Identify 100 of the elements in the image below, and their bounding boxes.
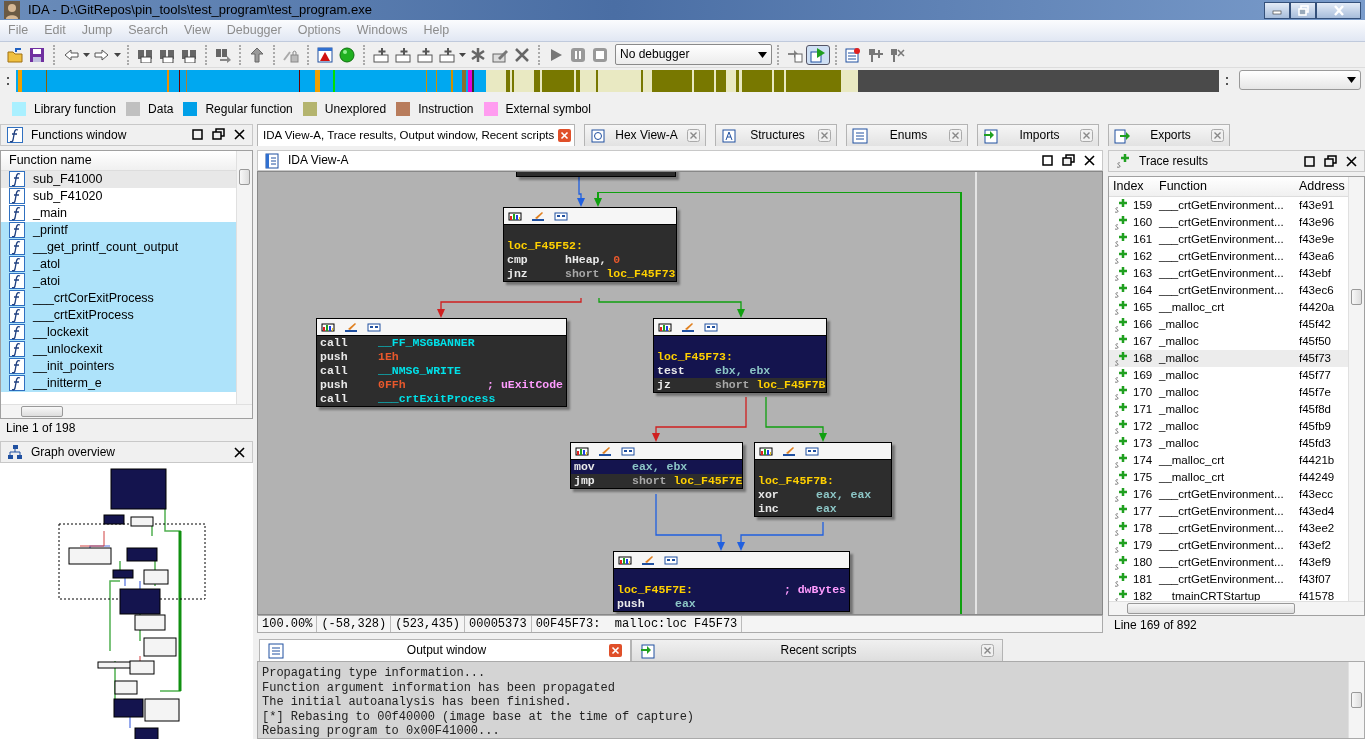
column-header[interactable]: Address: [1295, 179, 1348, 194]
restore-icon[interactable]: [1062, 154, 1075, 167]
pencil-icon[interactable]: [681, 321, 695, 333]
function-name: ___crtCorExitProcess: [33, 290, 154, 306]
pin-plus-icon[interactable]: [867, 46, 883, 63]
restore-icon[interactable]: [212, 128, 225, 142]
graph-canvas[interactable]: [257, 171, 1103, 615]
pin-cross-icon[interactable]: [889, 46, 905, 63]
vertical-scrollbar[interactable]: [1348, 662, 1364, 738]
maximize-icon[interactable]: [1041, 154, 1054, 167]
trace-icon: [1113, 248, 1129, 265]
open-folder-icon[interactable]: [7, 46, 23, 63]
play-icon[interactable]: [548, 46, 564, 63]
picture-icon[interactable]: [554, 210, 568, 222]
arrowhead: [652, 433, 660, 442]
tab[interactable]: Recent scripts: [631, 639, 1003, 661]
function-icon: [9, 256, 25, 273]
trace-icon: [1113, 197, 1129, 214]
stop-icon[interactable]: [592, 46, 608, 63]
add-icon[interactable]: [395, 46, 411, 63]
graph-node[interactable]: mov eax, ebx jmp short loc_F45F7E: [570, 442, 743, 489]
column-header[interactable]: Function: [1157, 179, 1295, 194]
restore-icon[interactable]: [1324, 154, 1337, 168]
debugger-dropdown[interactable]: No debugger: [615, 44, 772, 65]
tab[interactable]: Imports: [977, 124, 1099, 146]
vertical-scrollbar[interactable]: [1348, 177, 1364, 602]
back-arrow-icon[interactable]: [63, 46, 79, 63]
add-icon[interactable]: [417, 46, 433, 63]
forward-arrow-icon[interactable]: [94, 46, 110, 63]
function-name: _atoi: [33, 273, 61, 289]
picture-icon[interactable]: [367, 321, 381, 333]
picture-icon[interactable]: [664, 554, 678, 566]
maximize-button[interactable]: [1290, 1, 1316, 19]
close-icon[interactable]: [233, 128, 246, 142]
bar-chart-icon[interactable]: [575, 445, 589, 457]
picture-icon[interactable]: [704, 321, 718, 333]
graph-node[interactable]: loc_F45F7E: ; dwBytes push eax: [613, 551, 850, 612]
tab[interactable]: IDA View-A, Trace results, Output window, Recent scripts: [257, 124, 575, 146]
trace-row[interactable]: 168 _malloc f45f73: [1109, 350, 1348, 367]
horizontal-scrollbar[interactable]: [1109, 601, 1364, 615]
list-icon: [852, 127, 868, 144]
trace-icon: [1113, 503, 1129, 520]
bar-chart-icon[interactable]: [618, 554, 632, 566]
code-line: call ___crtExitProcess: [319, 392, 497, 406]
bar-chart-icon[interactable]: [321, 321, 335, 333]
legend-label: External symbol: [505, 101, 591, 117]
close-icon[interactable]: [1345, 154, 1358, 168]
table-cell: 177: [1133, 504, 1153, 519]
tab[interactable]: Enums: [846, 124, 968, 146]
binoculars-icon[interactable]: [215, 46, 231, 63]
maximize-icon[interactable]: [191, 128, 204, 142]
pencil-icon[interactable]: [782, 445, 796, 457]
save-icon[interactable]: [29, 46, 45, 63]
panel-title: Graph overview: [31, 445, 117, 460]
close-button[interactable]: [1316, 1, 1361, 19]
bar-chart-icon[interactable]: [658, 321, 672, 333]
table-cell-text: ___crtGetEnvironment...: [1158, 487, 1285, 502]
horizontal-scrollbar[interactable]: [1, 403, 252, 418]
document-icon[interactable]: [845, 46, 861, 63]
vertical-scrollbar[interactable]: [236, 150, 252, 404]
table-cell-text: f43ebf: [1298, 266, 1332, 281]
picture-icon[interactable]: [621, 445, 635, 457]
column-header[interactable]: Index: [1109, 179, 1157, 194]
table-cell-text: f45f73: [1298, 351, 1332, 366]
minimize-button[interactable]: [1264, 1, 1290, 19]
pause-icon[interactable]: [570, 46, 586, 63]
graph-node[interactable]: loc_F45F73: test ebx, ebx jz short loc_F45F7B: [653, 318, 827, 393]
asterisk-icon[interactable]: [470, 46, 486, 63]
pencil-icon[interactable]: [344, 321, 358, 333]
pencil-icon[interactable]: [641, 554, 655, 566]
graph-node[interactable]: loc_F45F52: cmp hHeap, 0 jnz short loc_F45F73: [503, 207, 677, 282]
segment-dropdown[interactable]: [1239, 70, 1361, 90]
tab[interactable]: Exports: [1108, 124, 1230, 146]
picture-icon[interactable]: [805, 445, 819, 457]
tab[interactable]: Output window: [259, 639, 631, 661]
tab[interactable]: Hex View-A: [584, 124, 706, 146]
add-icon[interactable]: [373, 46, 389, 63]
table-cell-text: ___crtGetEnvironment...: [1158, 215, 1285, 230]
ball-icon[interactable]: [339, 46, 355, 63]
add-icon[interactable]: [439, 46, 455, 63]
tab[interactable]: Structures: [715, 124, 837, 146]
delete-icon[interactable]: [514, 46, 530, 63]
graph-node[interactable]: call __FF_MSGBANNER push 1Eh call __NMSG_WRITE push 0FFh ; uExitCode call ___crtExitProcess: [316, 318, 567, 407]
pencil-icon[interactable]: [598, 445, 612, 457]
close-icon[interactable]: [1083, 154, 1096, 167]
pencil-icon[interactable]: [531, 210, 545, 222]
graph-node[interactable]: loc_F45F7B: xor eax, eax inc eax: [754, 442, 892, 517]
bar-chart-icon[interactable]: [759, 445, 773, 457]
warning-icon[interactable]: [317, 46, 333, 63]
maximize-icon[interactable]: [1303, 154, 1316, 168]
up-arrow-icon[interactable]: [249, 46, 265, 63]
code-play-icon[interactable]: [806, 44, 830, 65]
trace-icon: [1113, 418, 1129, 435]
legend-label: Data: [148, 101, 174, 117]
code-line: push 0FFh ; uExitCode: [319, 378, 564, 392]
navigation-band-drawing[interactable]: [16, 70, 1219, 92]
arrowhead: [819, 433, 827, 442]
function-name: __unlockexit: [33, 341, 103, 357]
bar-chart-icon[interactable]: [508, 210, 522, 222]
close-icon[interactable]: [233, 445, 246, 459]
